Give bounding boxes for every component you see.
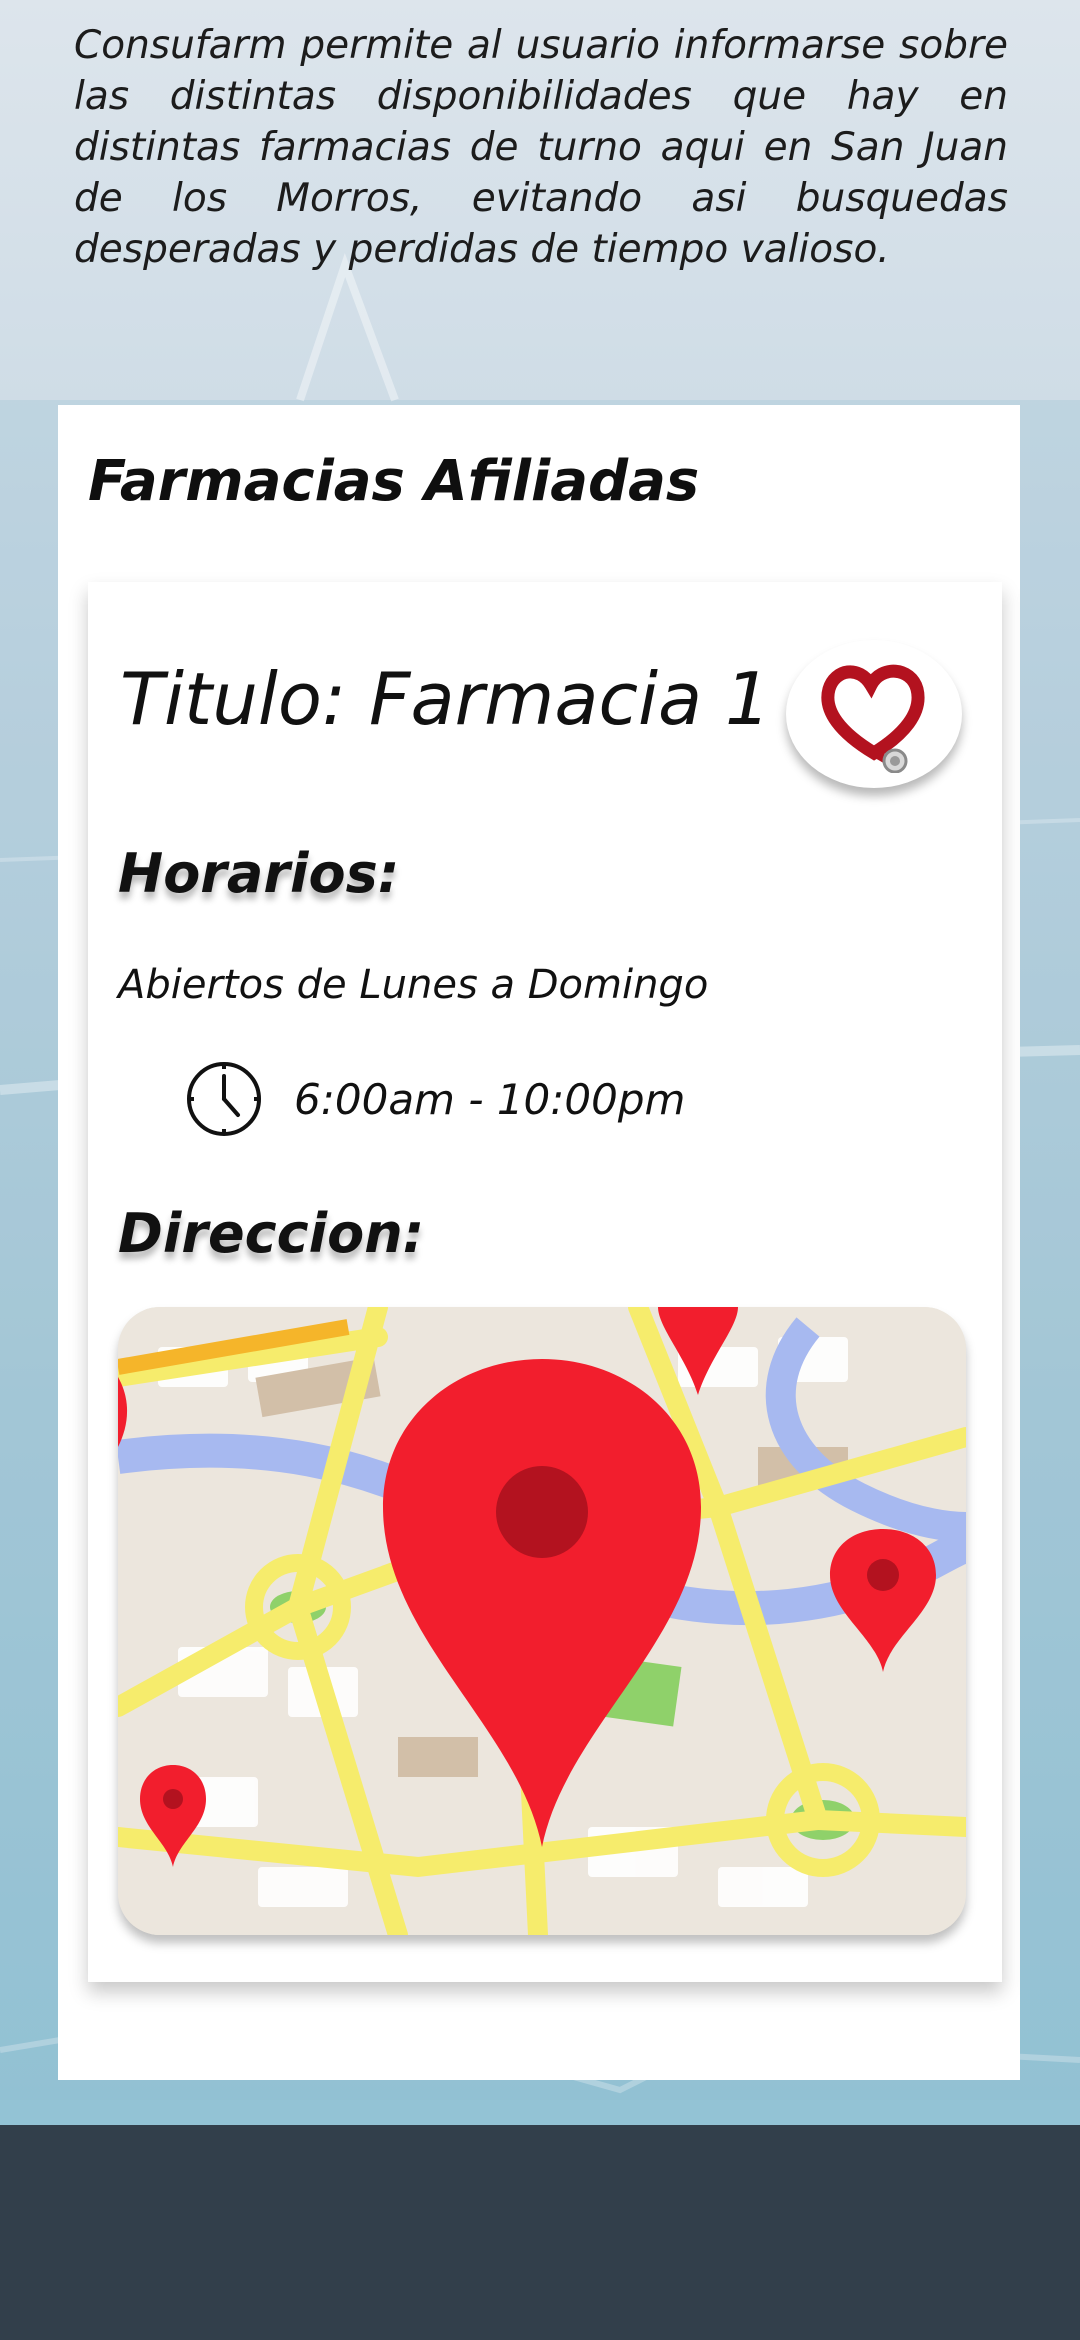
address-heading: Direccion:: [118, 1202, 425, 1265]
opening-days: Abiertos de Lunes a Domingo: [118, 962, 709, 1008]
map-illustration: [118, 1307, 966, 1935]
address-map[interactable]: [118, 1307, 966, 1935]
panel-title: Farmacias Afiliadas: [88, 449, 700, 514]
pharmacy-logo: [786, 640, 962, 788]
opening-hours-row: 6:00am - 10:00pm: [184, 1059, 685, 1139]
clock-icon: [187, 1062, 261, 1136]
intro-paragraph: Consufarm permite al usuario informarse …: [74, 23, 1008, 272]
schedule-heading: Horarios:: [118, 842, 400, 905]
footer-bar: [0, 2125, 1080, 2340]
heart-stethoscope-icon: [821, 664, 925, 773]
opening-hours: 6:00am - 10:00pm: [294, 1074, 686, 1124]
pharmacy-card[interactable]: Titulo: Farmacia 1 Horarios: Abiertos de…: [88, 582, 1002, 1982]
pharmacy-title: Titulo: Farmacia 1: [120, 657, 771, 741]
affiliated-pharmacies-panel: Farmacias Afiliadas Titulo: Farmacia 1 H…: [58, 405, 1020, 2080]
